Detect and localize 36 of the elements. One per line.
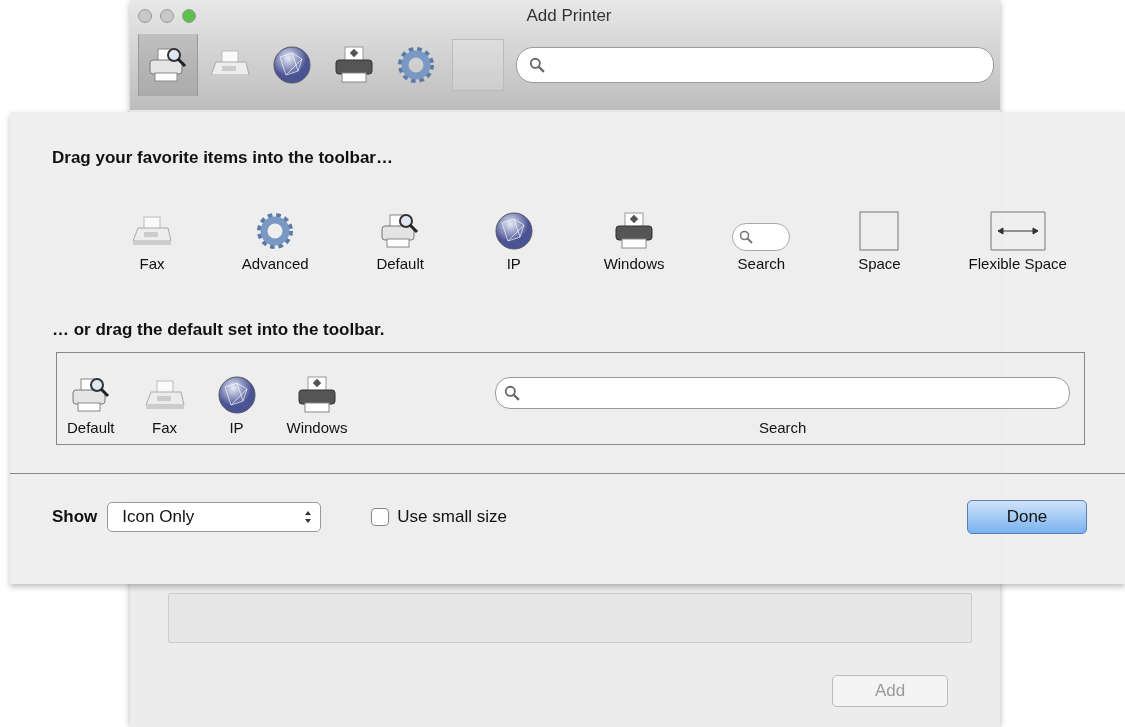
search-field-icon: [732, 223, 791, 251]
toolbar-item-label[interactable]: Flexible Space: [968, 255, 1067, 272]
zoom-window-button[interactable]: [182, 9, 196, 23]
window-title: Add Printer: [526, 6, 612, 26]
search-icon: [529, 57, 545, 73]
default-set-panel[interactable]: Default Fax IP Windows Search: [56, 352, 1085, 445]
toolbar-item-label[interactable]: Default: [67, 419, 115, 436]
printer-icon: [332, 45, 376, 85]
toolbar-item-label[interactable]: Advanced: [241, 255, 309, 272]
checkbox-label[interactable]: Use small size: [397, 507, 507, 527]
show-label: Show: [52, 507, 98, 527]
toolbar-item-label[interactable]: Windows: [286, 419, 348, 436]
done-button[interactable]: Done: [967, 500, 1087, 534]
toolbar-item-label[interactable]: Space: [858, 255, 901, 272]
toolbar-item-label[interactable]: Windows: [603, 255, 665, 272]
palette-heading: Drag your favorite items into the toolbar…: [52, 148, 394, 168]
default-set-heading: … or drag the default set into the toolbar.: [52, 320, 386, 340]
toolbar-item-label[interactable]: Search: [737, 255, 786, 272]
toolbar-item-label[interactable]: Default: [376, 255, 424, 272]
toolbar-button[interactable]: [138, 34, 198, 96]
search-icon: [504, 385, 521, 401]
globe-icon: [270, 45, 314, 85]
search-field[interactable]: [516, 47, 994, 83]
show-popup[interactable]: Icon Only: [107, 502, 322, 532]
space-box-icon: [859, 211, 900, 251]
close-window-button[interactable]: [138, 9, 152, 23]
toolbar-item-label[interactable]: Fax: [139, 255, 165, 272]
toolbar-item-label[interactable]: IP: [229, 419, 244, 436]
toolbar-space: [452, 39, 504, 91]
toolbar-item-label[interactable]: IP: [506, 255, 521, 272]
updown-arrows-icon: [304, 510, 313, 524]
double-arrow-box-icon: [989, 211, 1046, 251]
toolbar-item-label[interactable]: Search: [758, 419, 807, 436]
toolbar-item-label[interactable]: Fax: [152, 419, 178, 436]
checkbox[interactable]: [371, 508, 390, 526]
minimize-window-button[interactable]: [160, 9, 174, 23]
